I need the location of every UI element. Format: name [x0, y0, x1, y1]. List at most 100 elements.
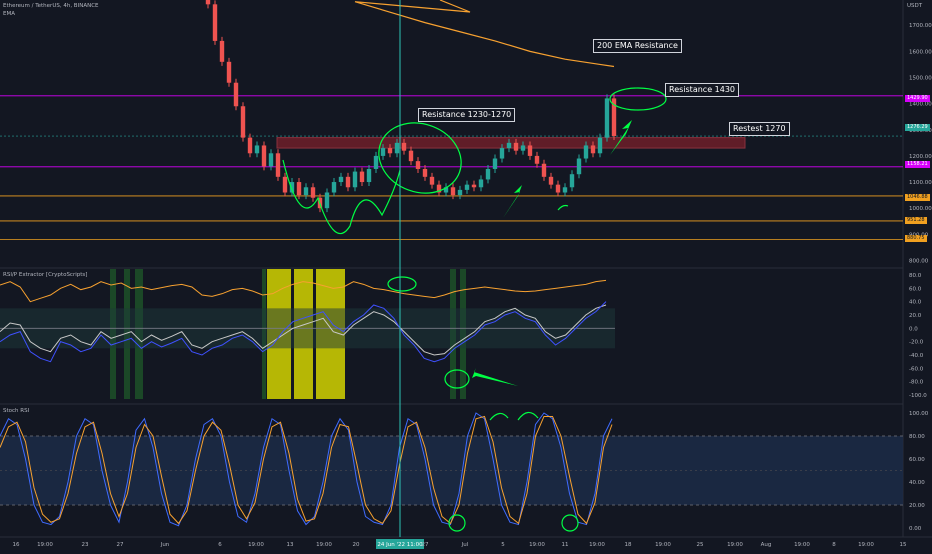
time-tick-13: 5	[501, 542, 505, 548]
candle-body-32	[332, 182, 336, 192]
candle-body-21	[255, 145, 259, 153]
time-tick-20: 19:00	[727, 542, 743, 548]
candle-body-67	[577, 159, 581, 175]
candle-body-29	[311, 187, 315, 197]
candle-body-58	[514, 143, 518, 151]
candle-body-31	[325, 193, 329, 209]
candle-body-66	[570, 174, 574, 187]
candle-body-52	[472, 185, 476, 188]
price-tag-orange-3: 880.75	[905, 235, 927, 242]
rsi-tick-9: -100.0	[909, 393, 927, 399]
candle-body-56	[500, 148, 504, 158]
candle-body-15	[213, 4, 217, 41]
price-tick-9: 800.00	[909, 258, 929, 264]
price-tick-1: 1600.00	[909, 49, 932, 55]
time-tick-22: 19:00	[794, 542, 810, 548]
time-tick-25: 15	[900, 542, 907, 548]
candle-body-50	[458, 190, 462, 195]
time-tick-8: 19:00	[316, 542, 332, 548]
candle-body-34	[346, 177, 350, 187]
time-tick-1: 19:00	[37, 542, 53, 548]
currency-label: USDT	[907, 3, 922, 9]
candle-body-62	[542, 164, 546, 177]
candle-body-53	[479, 179, 483, 187]
candle-body-69	[591, 145, 595, 153]
candle-body-25	[283, 177, 287, 193]
price-tick-2: 1500.00	[909, 76, 932, 82]
chart-stage[interactable]: 24 Jun '22 11:00 1700.00 1600.00 1500.00 140…	[0, 0, 932, 550]
candle-body-27	[297, 182, 301, 195]
rsi-tick-6: -40.0	[909, 353, 924, 359]
time-tick-9: 20	[353, 542, 360, 548]
candle-body-39	[381, 148, 385, 156]
price-tick-5: 1200.00	[909, 154, 932, 160]
rsi-tick-8: -80.0	[909, 380, 924, 386]
time-tick-7: 13	[287, 542, 294, 548]
annotation-resistance-1430[interactable]: Resistance 1430	[665, 83, 739, 97]
rsi-tick-5: -20.0	[909, 340, 924, 346]
candle-body-35	[353, 172, 357, 188]
stoch-pane-title: Stoch RSI	[3, 408, 29, 414]
candle-body-55	[493, 159, 497, 169]
time-tick-11: 27	[422, 542, 429, 548]
candle-body-64	[556, 185, 560, 193]
time-tick-18: 19:00	[655, 542, 671, 548]
rsi-tick-2: 40.0	[909, 300, 922, 306]
candle-body-65	[563, 187, 567, 192]
candle-body-42	[402, 143, 406, 151]
time-tick-2: 23	[82, 542, 89, 548]
price-tag-current: 1276.29	[905, 124, 930, 131]
candle-body-17	[227, 62, 231, 83]
time-tick-14: 19:00	[529, 542, 545, 548]
time-tick-24: 19:00	[858, 542, 874, 548]
candle-body-37	[367, 169, 371, 182]
candle-body-40	[388, 148, 392, 153]
candle-body-23	[269, 153, 273, 166]
price-tick-0: 1700.00	[909, 23, 932, 29]
stoch-tick-5: 0.00	[909, 526, 922, 532]
chart-svg[interactable]: 24 Jun '22 11:00 1700.00 1600.00 1500.00 140…	[0, 0, 932, 550]
crosshair-date-label: 24 Jun '22 11:00	[377, 542, 423, 548]
time-tick-12: Jul	[461, 542, 469, 548]
candle-body-16	[220, 41, 224, 62]
stoch-tick-2: 60.00	[909, 457, 925, 463]
annotation-retest-1270[interactable]: Restest 1270	[729, 122, 790, 136]
time-tick-19: 25	[697, 542, 704, 548]
time-tick-15: 11	[562, 542, 569, 548]
annotation-ema-resistance[interactable]: 200 EMA Resistance	[593, 39, 682, 53]
price-tick-3: 1400.00	[909, 102, 932, 108]
candle-body-71	[605, 98, 609, 137]
candle-body-70	[598, 138, 602, 154]
candle-body-20	[248, 138, 252, 154]
ema-legend: EMA	[3, 11, 15, 17]
candle-body-45	[423, 169, 427, 177]
rsi-tick-1: 60.0	[909, 286, 922, 292]
candle-body-57	[507, 143, 511, 148]
price-tag-orange-2: 951.28	[905, 217, 927, 224]
candle-body-49	[451, 187, 455, 195]
time-tick-16: 19:00	[589, 542, 605, 548]
stoch-tick-1: 80.00	[909, 434, 925, 440]
candle-body-41	[395, 143, 399, 153]
candle-body-63	[549, 177, 553, 185]
stoch-tick-4: 20.00	[909, 503, 925, 509]
time-tick-6: 19:00	[248, 542, 264, 548]
annotation-resistance-1230-1270[interactable]: Resistance 1230-1270	[418, 108, 515, 122]
candle-body-44	[416, 161, 420, 169]
symbol-legend: Ethereum / TetherUS, 4h, BINANCE	[3, 3, 99, 9]
candle-body-60	[528, 145, 532, 155]
candle-body-43	[409, 151, 413, 161]
time-tick-23: 8	[832, 542, 836, 548]
time-tick-5: 6	[218, 542, 222, 548]
candle-body-51	[465, 185, 469, 190]
price-tick-7: 1000.00	[909, 206, 932, 212]
rsi-tick-4: 0.0	[909, 326, 918, 332]
price-tag-orange-1: 1046.88	[905, 194, 930, 201]
candle-body-22	[262, 145, 266, 166]
stoch-tick-3: 40.00	[909, 480, 925, 486]
candle-body-59	[521, 145, 525, 150]
price-tag-high: 1429.90	[905, 95, 930, 102]
rsi-pane-title: RSI/P Extractor [CryptoScripts]	[3, 272, 87, 278]
candle-body-18	[234, 83, 238, 107]
candle-body-54	[486, 169, 490, 179]
